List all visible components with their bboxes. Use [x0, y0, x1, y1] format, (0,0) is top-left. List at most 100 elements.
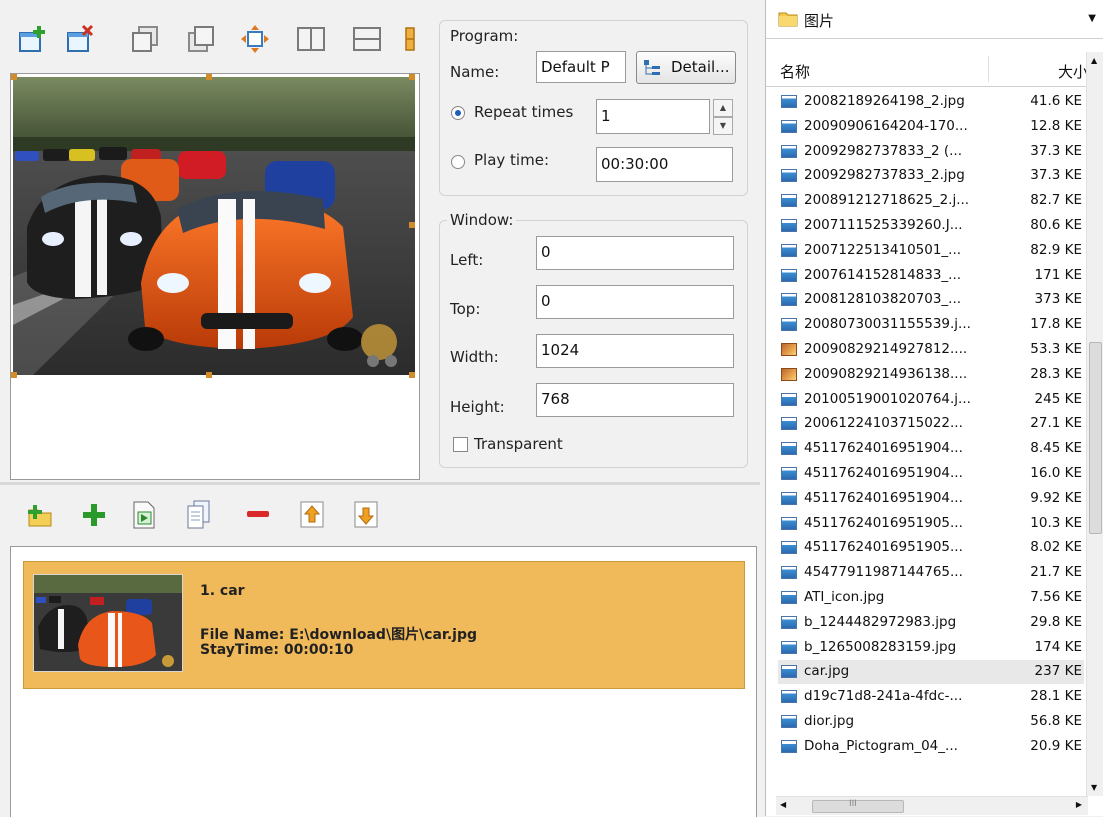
file-row[interactable]: car.jpg 237 KE — [778, 660, 1084, 685]
file-row[interactable]: Doha_Pictogram_04_... 20.9 KE — [778, 735, 1084, 759]
tree-icon — [643, 59, 661, 81]
file-row[interactable]: 45117624016951905... 10.3 KE — [778, 512, 1084, 536]
image-file-icon — [781, 491, 797, 505]
scroll-up-icon[interactable]: ▲ — [1091, 56, 1097, 65]
maximize-window-icon[interactable] — [240, 24, 270, 54]
add-item-icon[interactable] — [80, 498, 108, 530]
file-row[interactable]: 20090829214927812.... 53.3 KE — [778, 338, 1084, 362]
file-row[interactable]: b_1265008283159.jpg 174 KE — [778, 636, 1084, 660]
file-row[interactable]: 20100519001020764.j... 245 KE — [778, 388, 1084, 412]
panel-divider[interactable] — [0, 482, 760, 485]
size-column-header[interactable]: 大小 — [1058, 61, 1088, 82]
window-front-icon[interactable] — [130, 24, 160, 54]
repeat-times-radio[interactable] — [451, 106, 465, 120]
move-down-icon[interactable] — [352, 498, 380, 530]
resize-handle[interactable] — [11, 372, 17, 378]
layout-more-icon[interactable] — [404, 24, 416, 54]
file-size: 171 KE — [1034, 266, 1082, 283]
spin-down-icon[interactable]: ▼ — [713, 117, 733, 135]
file-name: 20080730031155539.j... — [804, 316, 971, 333]
file-name: Doha_Pictogram_04_... — [804, 737, 958, 754]
detail-button[interactable]: Detail... — [636, 51, 736, 84]
scroll-thumb[interactable] — [1089, 342, 1102, 534]
repeat-times-input[interactable]: 1 — [596, 99, 710, 134]
file-row[interactable]: 45117624016951905... 8.02 KE — [778, 536, 1084, 560]
width-input[interactable]: 1024 — [536, 334, 734, 368]
file-name: 20100519001020764.j... — [804, 390, 971, 407]
folder-selector[interactable]: 图片 ▼ — [766, 0, 1103, 39]
column-divider[interactable] — [988, 56, 989, 82]
scroll-thumb[interactable]: III — [812, 799, 904, 813]
resize-handle[interactable] — [409, 74, 415, 80]
top-input[interactable]: 0 — [536, 285, 734, 319]
file-row[interactable]: 20090829214936138.... 28.3 KE — [778, 363, 1084, 387]
resize-handle[interactable] — [206, 74, 212, 80]
file-row[interactable]: 2007122513410501_... 82.9 KE — [778, 239, 1084, 263]
repeat-spinner[interactable]: ▲ ▼ — [713, 99, 733, 135]
file-size: 82.7 KE — [1030, 192, 1082, 209]
file-row[interactable]: 20080730031155539.j... 17.8 KE — [778, 313, 1084, 337]
file-name: 2007122513410501_... — [804, 241, 962, 258]
delete-window-icon[interactable] — [66, 24, 96, 54]
file-row[interactable]: 45117624016951904... 9.92 KE — [778, 487, 1084, 511]
file-row[interactable]: 2007614152814833_... 171 KE — [778, 264, 1084, 288]
file-row[interactable]: 20092982737833_2.jpg 37.3 KE — [778, 164, 1084, 188]
height-input[interactable]: 768 — [536, 383, 734, 417]
resize-handle[interactable] — [206, 372, 212, 378]
image-file-icon — [781, 119, 797, 133]
file-size: 29.8 KE — [1030, 613, 1082, 630]
add-folder-icon[interactable] — [26, 498, 54, 530]
file-row[interactable]: b_1244482972983.jpg 29.8 KE — [778, 611, 1084, 635]
left-input[interactable]: 0 — [536, 236, 734, 270]
chevron-down-icon[interactable]: ▼ — [1088, 13, 1096, 24]
remove-item-icon[interactable] — [244, 498, 272, 530]
file-row[interactable]: 2008128103820703_... 373 KE — [778, 288, 1084, 312]
name-column-header[interactable]: 名称 — [780, 61, 810, 82]
resize-handle[interactable] — [409, 222, 415, 228]
file-name: 45117624016951904... — [804, 465, 963, 481]
program-name-input[interactable]: Default P — [536, 51, 626, 83]
window-back-icon[interactable] — [186, 24, 216, 54]
play-time-input[interactable]: 00:30:00 — [596, 147, 733, 182]
spin-up-icon[interactable]: ▲ — [713, 99, 733, 117]
window-preview[interactable] — [10, 73, 420, 480]
file-row[interactable]: 45117624016951904... 16.0 KE — [778, 462, 1084, 486]
scroll-left-icon[interactable]: ◀ — [780, 800, 786, 809]
resize-handle[interactable] — [11, 74, 17, 80]
file-row[interactable]: 200891212718625_2.j... 82.7 KE — [778, 189, 1084, 213]
file-row[interactable]: d19c71d8-241a-4fdc-... 28.1 KE — [778, 685, 1084, 709]
copy-item-icon[interactable] — [184, 498, 212, 530]
play-time-label: Play time: — [474, 151, 549, 169]
file-row[interactable]: 20082189264198_2.jpg 41.6 KE — [778, 90, 1084, 114]
scroll-down-icon[interactable]: ▼ — [1091, 783, 1097, 792]
insert-file-icon[interactable] — [130, 498, 158, 530]
split-vertical-icon[interactable] — [296, 24, 326, 54]
add-window-icon[interactable] — [18, 24, 48, 54]
file-name: 20090829214936138.... — [804, 365, 968, 382]
horizontal-scrollbar[interactable]: ◀ III ▶ — [776, 796, 1088, 815]
file-row[interactable]: 20061224103715022... 27.1 KE — [778, 412, 1084, 436]
resize-handle[interactable] — [409, 372, 415, 378]
file-row[interactable]: ATI_icon.jpg 7.56 KE — [778, 586, 1084, 610]
file-row[interactable]: 45117624016951904... 8.45 KE — [778, 437, 1084, 461]
file-name: car.jpg — [804, 663, 850, 680]
play-time-radio[interactable] — [451, 155, 465, 169]
preview-image — [13, 77, 415, 375]
file-row[interactable]: 20092982737833_2 (... 37.3 KE — [778, 140, 1084, 164]
scroll-right-icon[interactable]: ▶ — [1076, 800, 1082, 809]
file-row[interactable]: 20090906164204-170... 12.8 KE — [778, 115, 1084, 139]
grip-label: III — [849, 799, 857, 809]
image-file-icon — [781, 739, 797, 753]
file-size: 21.7 KE — [1030, 564, 1082, 581]
vertical-scrollbar[interactable]: ▲ ▼ — [1086, 52, 1103, 796]
list-item[interactable]: 1. car File Name: E:\download\图片\car.jpg… — [23, 561, 745, 689]
move-up-icon[interactable] — [298, 498, 326, 530]
folder-name: 图片 — [804, 12, 835, 30]
item-file-name: File Name: E:\download\图片\car.jpg — [200, 627, 477, 643]
file-row[interactable]: 2007111525339260.J... 80.6 KE — [778, 214, 1084, 238]
file-name: 2008128103820703_... — [804, 291, 962, 308]
split-horizontal-icon[interactable] — [352, 24, 382, 54]
file-row[interactable]: 45477911987144765... 21.7 KE — [778, 561, 1084, 585]
transparent-checkbox[interactable] — [453, 437, 468, 452]
file-row[interactable]: dior.jpg 56.8 KE — [778, 710, 1084, 734]
